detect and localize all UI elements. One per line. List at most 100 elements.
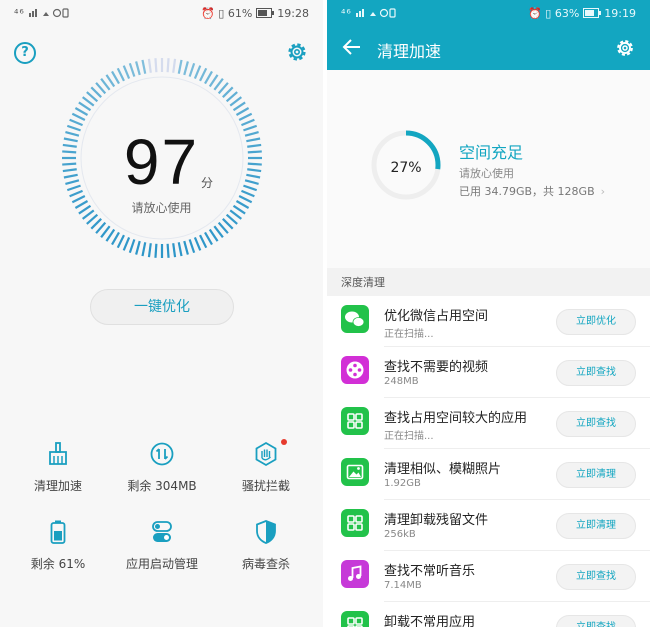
settings-gear-icon[interactable] [614, 37, 636, 59]
film-reel-icon [341, 356, 369, 384]
gauge-tick [241, 118, 255, 127]
gauge-tick [204, 70, 213, 85]
grid-apps-icon [341, 509, 369, 537]
settings-gear-icon[interactable] [285, 40, 309, 64]
list-item-action-button[interactable]: 立即查找 [556, 411, 636, 437]
score-unit: 分 [201, 176, 214, 190]
feature-harassment-block[interactable]: 骚扰拦截 [212, 439, 320, 494]
list-item-action-button[interactable]: 立即查找 [556, 615, 636, 627]
gauge-tick [95, 82, 107, 95]
list-item-action-button[interactable]: 立即优化 [556, 309, 636, 335]
wechat-icon [341, 305, 369, 333]
storage-headline: 空间充足 [459, 143, 524, 162]
feature-app-launch[interactable]: 应用启动管理 [108, 519, 216, 572]
gauge-tick [86, 91, 99, 103]
list-item-title: 清理相似、模糊照片 [384, 462, 502, 477]
list-item-action-button[interactable]: 立即清理 [556, 462, 636, 488]
score-subtitle: 请放心使用 [131, 201, 192, 215]
one-click-optimize-button[interactable]: 一键优化 [90, 289, 234, 325]
list-item-action-button[interactable]: 立即清理 [556, 513, 636, 539]
list-item[interactable]: 清理相似、模糊照片 1.92GB 立即清理 [327, 449, 650, 500]
phone-manager-home-screen: ⁴⁶ ⏰ ▯ 61% 19:28 ? 97 分 请放心使用 一键优化 清理加速 … [0, 0, 323, 627]
gauge-tick [122, 237, 131, 251]
photo-icon [341, 458, 369, 486]
storage-subtitle: 请放心使用 [459, 167, 514, 180]
status-bar: ⁴⁶ ⏰ ▯ 63% 19:19 [327, 0, 650, 28]
chevron-right-icon: › [600, 185, 606, 198]
gauge-tick [74, 107, 89, 116]
storage-detail-link[interactable]: 已用 34.79GB，共 128GB › [459, 183, 605, 199]
list-item[interactable]: 卸载不常用应用 立即查找 [327, 602, 650, 627]
vibrate-icon: ▯ [545, 7, 552, 20]
status-right: ⏰ ▯ 61% 19:28 [201, 7, 309, 20]
feature-virus-scan[interactable]: 病毒查杀 [212, 519, 320, 572]
gauge-tick [217, 82, 229, 95]
gauge-tick [232, 101, 246, 112]
gauge-tick [208, 74, 219, 88]
gauge-tick [172, 58, 177, 73]
gauge-tick [217, 221, 229, 234]
list-item-subtitle: 正在扫描... [384, 329, 434, 340]
list-item[interactable]: 查找占用空间较大的应用正在扫描... 立即查找 [327, 398, 650, 449]
gauge-tick [122, 65, 131, 79]
list-item-action-button[interactable]: 立即查找 [556, 564, 636, 590]
feature-battery[interactable]: 剩余 61% [4, 519, 112, 572]
help-button[interactable]: ? [14, 42, 36, 64]
hand-block-icon [255, 441, 277, 467]
alarm-icon: ⏰ [201, 7, 215, 20]
gauge-tick [183, 61, 189, 76]
broom-icon [49, 442, 67, 465]
gauge-tick [225, 91, 238, 103]
vibrate-icon: ▯ [218, 7, 225, 20]
gauge-tick [141, 59, 147, 74]
gauge-tick [208, 228, 219, 242]
feature-harassment-block-label: 骚扰拦截 [241, 479, 290, 493]
list-item[interactable]: 优化微信占用空间 正在扫描... 立即优化 [327, 296, 650, 347]
gauge-tick [199, 67, 208, 82]
list-item[interactable]: 查找不需要的视频 248MB 立即查找 [327, 347, 650, 398]
list-item-title: 卸载不常用应用 [384, 615, 476, 627]
back-arrow-icon[interactable] [341, 36, 363, 58]
gauge-tick [69, 118, 83, 127]
gauge-tick [229, 96, 243, 107]
gauge-tick [95, 221, 107, 234]
gauge-tick [105, 228, 116, 242]
feature-cleanup[interactable]: 清理加速 [4, 441, 112, 494]
status-right: ⏰ ▯ 63% 19:19 [528, 7, 636, 20]
question-mark-icon: ? [21, 45, 29, 60]
gauge-tick [204, 231, 213, 246]
health-score: 97 [123, 126, 200, 198]
gauge-tick [238, 112, 253, 121]
list-item-title: 查找占用空间较大的应用 [384, 411, 528, 426]
signal-wifi-icons: ⁴⁶ [14, 7, 69, 20]
shield-icon [256, 520, 276, 544]
gauge-tick [100, 77, 111, 91]
gauge-tick [222, 218, 234, 230]
gauge-tick [86, 213, 99, 225]
feature-memory-label: 剩余 304MB [127, 479, 197, 493]
signal-label: ⁴⁶ [341, 7, 352, 20]
gauge-tick [172, 243, 177, 258]
feature-memory[interactable]: 剩余 304MB [108, 441, 216, 494]
gauge-tick [141, 242, 147, 257]
gauge-tick [183, 240, 189, 255]
gauge-tick [188, 239, 196, 254]
gauge-tick [177, 242, 183, 257]
gauge-tick [193, 237, 202, 251]
list-item-action-button[interactable]: 立即查找 [556, 360, 636, 386]
signal-label: ⁴⁶ [14, 7, 25, 20]
list-item-subtitle: 1.92GB [384, 478, 421, 489]
alarm-icon: ⏰ [528, 7, 542, 20]
gauge-tick [154, 58, 158, 73]
list-item[interactable]: 清理卸载残留文件 256kB 立即清理 [327, 500, 650, 551]
list-item-subtitle: 正在扫描... [384, 431, 434, 442]
gauge-tick [225, 213, 238, 225]
list-item-title: 查找不常听音乐 [384, 564, 476, 579]
gauge-tick [71, 112, 86, 121]
list-item[interactable]: 查找不常听音乐 7.14MB 立即查找 [327, 551, 650, 602]
gauge-tick [188, 62, 196, 77]
gauge-tick [111, 231, 120, 246]
gauge-tick [147, 58, 152, 73]
gauge-tick [116, 234, 125, 249]
list-item-subtitle: 256kB [384, 529, 416, 540]
